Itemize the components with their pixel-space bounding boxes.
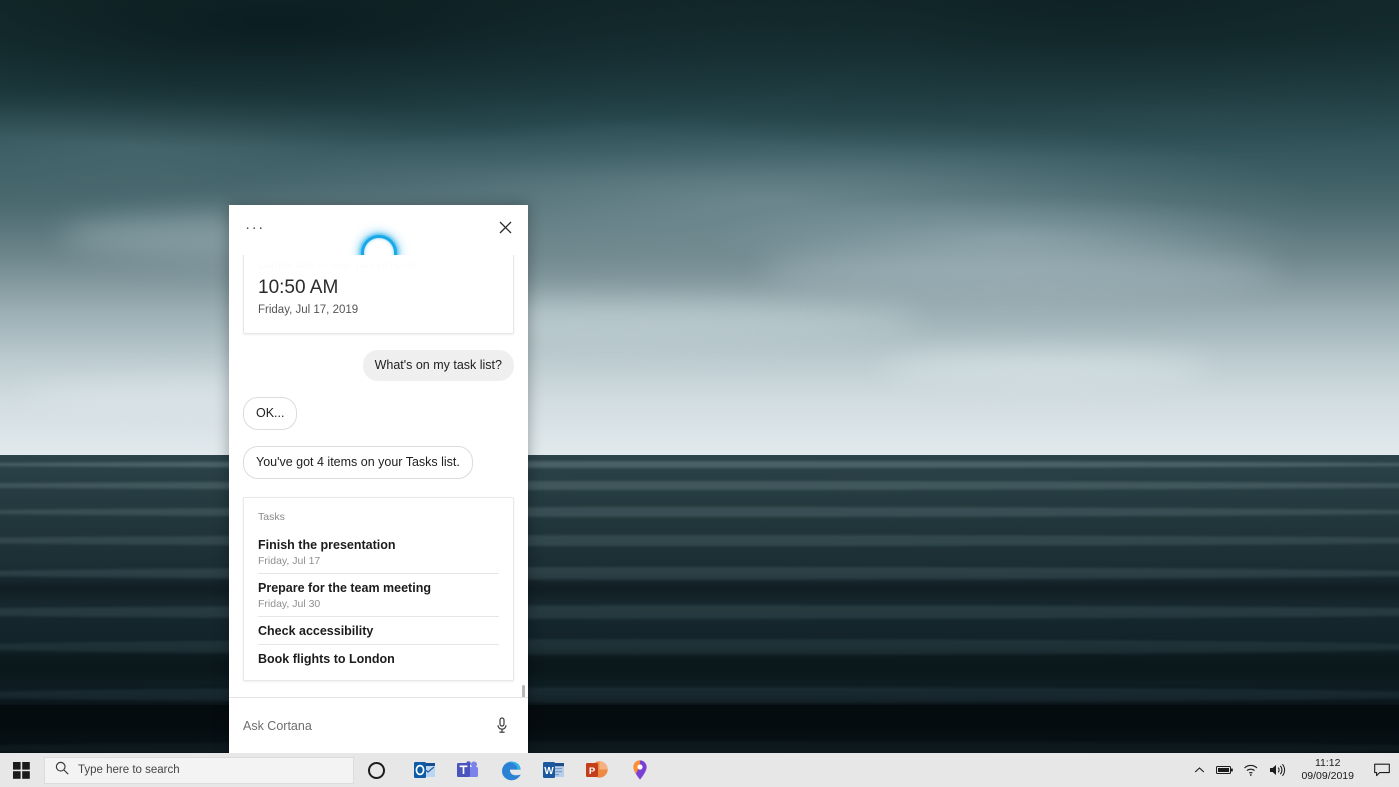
tasks-card[interactable]: Tasks Finish the presentation Friday, Ju… xyxy=(243,497,514,681)
task-list-item[interactable]: Prepare for the team meeting Friday, Jul… xyxy=(258,579,499,617)
taskbar-cortana-button[interactable] xyxy=(354,753,399,787)
start-button[interactable] xyxy=(0,753,43,787)
taskbar-app-maps[interactable] xyxy=(628,758,652,782)
tasks-card-title: Tasks xyxy=(258,510,499,524)
assistant-message-bubble: OK... xyxy=(243,397,297,430)
user-message-bubble: What's on my task list? xyxy=(363,350,514,381)
time-card-label: Current time in New York (UTC-4) xyxy=(258,258,499,272)
wallpaper-ocean xyxy=(0,455,1399,787)
message-row: What's on my task list? xyxy=(243,350,514,381)
conversation-scroll-area[interactable]: Current time in New York (UTC-4) 10:50 A… xyxy=(229,255,528,697)
panel-scrollbar[interactable] xyxy=(522,685,525,697)
taskbar-app-icons: W P xyxy=(413,758,652,782)
taskbar-app-outlook[interactable] xyxy=(413,758,437,782)
ask-cortana-bar xyxy=(229,697,528,753)
assistant-message-bubble: You've got 4 items on your Tasks list. xyxy=(243,446,473,479)
cortana-circle-icon xyxy=(368,762,385,779)
task-name: Prepare for the team meeting xyxy=(258,579,499,597)
cortana-header: ··· xyxy=(229,205,528,255)
taskbar-app-teams[interactable] xyxy=(456,758,480,782)
time-result-card: Current time in New York (UTC-4) 10:50 A… xyxy=(243,255,514,334)
time-card-date: Friday, Jul 17, 2019 xyxy=(258,301,499,319)
task-due-date: Friday, Jul 17 xyxy=(258,554,499,569)
desktop-background[interactable] xyxy=(0,0,1399,787)
task-name: Check accessibility xyxy=(258,622,499,640)
taskbar-app-edge[interactable] xyxy=(499,758,523,782)
wallpaper-sky xyxy=(0,0,1399,457)
taskbar-clock[interactable]: 11:12 09/09/2019 xyxy=(1290,753,1365,787)
task-name: Book flights to London xyxy=(258,650,499,668)
close-icon[interactable] xyxy=(490,213,520,241)
taskbar-search-box[interactable]: Type here to search xyxy=(44,757,354,784)
clock-time: 11:12 xyxy=(1315,757,1341,770)
search-placeholder-text: Type here to search xyxy=(78,764,180,776)
task-list-item[interactable]: Finish the presentation Friday, Jul 17 xyxy=(258,536,499,574)
svg-text:W: W xyxy=(544,766,554,777)
speaker-icon[interactable] xyxy=(1264,753,1290,787)
cortana-panel: ··· Current time in New York (UTC-4) 10:… xyxy=(229,205,528,753)
clock-date: 09/09/2019 xyxy=(1301,770,1354,783)
message-row: You've got 4 items on your Tasks list. xyxy=(243,446,514,479)
battery-icon[interactable] xyxy=(1212,753,1238,787)
microphone-icon[interactable] xyxy=(490,713,514,739)
task-name: Finish the presentation xyxy=(258,536,499,554)
svg-text:P: P xyxy=(589,766,596,777)
overflow-menu-icon[interactable]: ··· xyxy=(241,215,269,239)
show-hidden-icons-button[interactable] xyxy=(1186,753,1212,787)
time-card-time: 10:50 AM xyxy=(258,276,499,300)
ask-cortana-input[interactable] xyxy=(243,719,490,733)
wifi-icon[interactable] xyxy=(1238,753,1264,787)
task-list-item[interactable]: Book flights to London xyxy=(258,650,499,670)
taskbar: Type here to search xyxy=(0,753,1399,787)
task-due-date: Friday, Jul 30 xyxy=(258,597,499,612)
action-center-icon[interactable] xyxy=(1365,753,1399,787)
message-row: OK... xyxy=(243,397,514,430)
taskbar-app-word[interactable]: W xyxy=(542,758,566,782)
search-icon xyxy=(55,761,69,780)
taskbar-app-powerpoint[interactable]: P xyxy=(585,758,609,782)
task-list-item[interactable]: Check accessibility xyxy=(258,622,499,645)
system-tray: 11:12 09/09/2019 xyxy=(1186,753,1399,787)
